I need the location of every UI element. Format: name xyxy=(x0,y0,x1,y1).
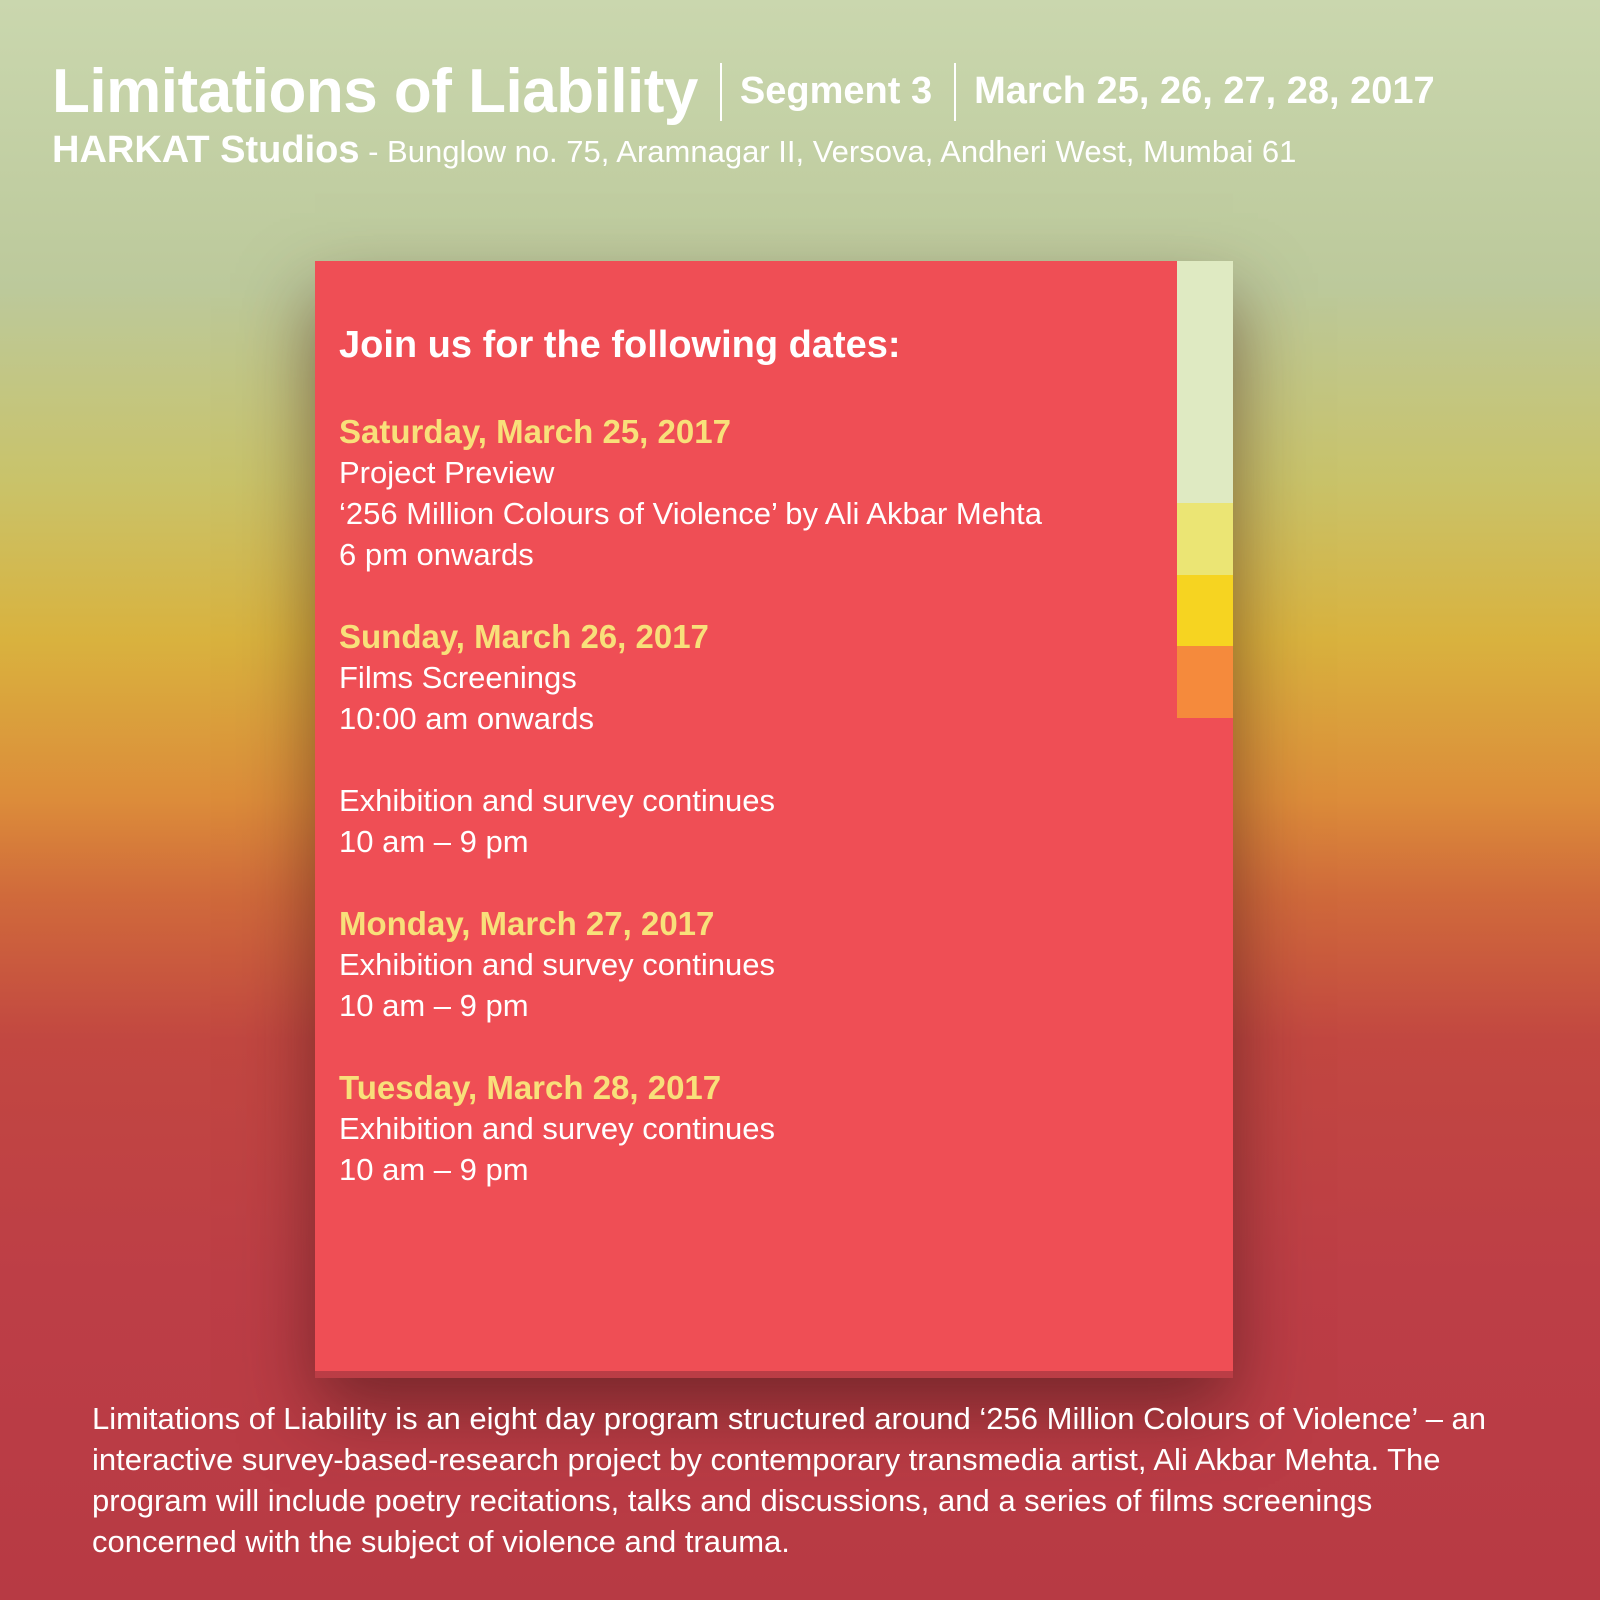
day-detail: Exhibition and survey continues xyxy=(339,1111,775,1146)
header: Limitations of Liability Segment 3 March… xyxy=(52,56,1570,172)
day-date: Sunday, March 26, 2017 xyxy=(339,618,709,655)
day-detail: 10 am – 9 pm xyxy=(339,824,529,859)
schedule-content: Join us for the following dates: Saturda… xyxy=(339,324,1169,1231)
event-title: Limitations of Liability xyxy=(52,57,698,126)
schedule-day: Tuesday, March 28, 2017 Exhibition and s… xyxy=(339,1067,1169,1190)
day-detail: 10 am – 9 pm xyxy=(339,1152,529,1187)
day-detail: Project Preview xyxy=(339,455,555,490)
color-swatch xyxy=(1177,261,1233,503)
color-swatch xyxy=(1177,503,1233,575)
color-swatch xyxy=(1177,646,1233,718)
day-detail: 10 am – 9 pm xyxy=(339,988,529,1023)
venue-row: HARKAT Studios - Bunglow no. 75, Aramnag… xyxy=(52,129,1570,172)
day-detail: Films Screenings xyxy=(339,660,577,695)
day-date: Tuesday, March 28, 2017 xyxy=(339,1069,722,1106)
day-detail: Exhibition and survey continues xyxy=(339,947,775,982)
title-divider xyxy=(954,62,957,121)
day-date: Saturday, March 25, 2017 xyxy=(339,413,731,450)
day-detail: 10:00 am onwards xyxy=(339,701,595,736)
venue-address: - Bunglow no. 75, Aramnagar II, Versova,… xyxy=(359,134,1297,169)
program-description: Limitations of Liability is an eight day… xyxy=(92,1401,1487,1559)
event-dates: March 25, 26, 27, 28, 2017 xyxy=(974,70,1435,112)
schedule-day: Sunday, March 26, 2017 Films Screenings … xyxy=(339,616,1169,739)
title-row: Limitations of Liability Segment 3 March… xyxy=(52,56,1570,127)
segment-label: Segment 3 xyxy=(739,70,933,112)
schedule-day: Exhibition and survey continues 10 am – … xyxy=(339,780,1169,862)
schedule-day: Monday, March 27, 2017 Exhibition and su… xyxy=(339,903,1169,1026)
day-detail: 6 pm onwards xyxy=(339,537,534,572)
color-swatch xyxy=(1177,575,1233,646)
title-divider xyxy=(719,62,722,121)
schedule-heading: Join us for the following dates: xyxy=(339,324,901,366)
venue-name: HARKAT Studios xyxy=(52,129,360,171)
schedule-day: Saturday, March 25, 2017 Project Preview… xyxy=(339,411,1169,575)
day-detail: ‘256 Million Colours of Violence’ by Ali… xyxy=(339,496,1043,531)
day-date: Monday, March 27, 2017 xyxy=(339,905,715,942)
day-detail: Exhibition and survey continues xyxy=(339,783,775,818)
